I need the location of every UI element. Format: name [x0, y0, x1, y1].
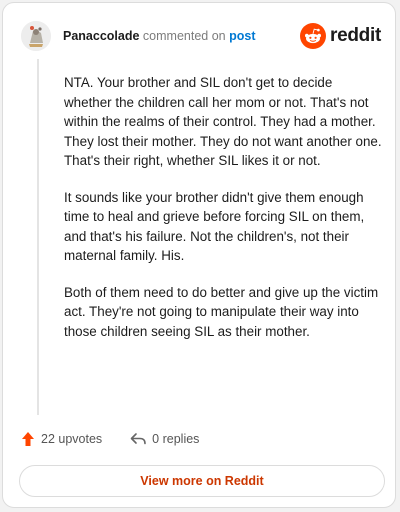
comment-header: Panaccolade commented on post reddit	[21, 19, 381, 53]
reddit-logo-icon	[300, 23, 327, 49]
upvote-arrow-icon	[22, 432, 34, 446]
view-more-label: View more on Reddit	[140, 474, 264, 488]
replies-button[interactable]: 0 replies	[130, 432, 199, 446]
upvote-button[interactable]: 22 upvotes	[21, 431, 102, 447]
comment-actions: 22 upvotes 0 replies	[21, 431, 199, 447]
reddit-logo[interactable]: reddit	[300, 23, 381, 49]
action-text: commented on	[142, 29, 226, 43]
reply-arrow-icon	[130, 433, 146, 445]
comment-byline: Panaccolade commented on post	[63, 29, 255, 43]
comment-card: Panaccolade commented on post reddit NTA…	[2, 2, 396, 508]
upvote-count: 22 upvotes	[41, 432, 103, 446]
reddit-wordmark: reddit	[330, 25, 381, 46]
comment-body: NTA. Your brother and SIL don't get to d…	[64, 73, 382, 358]
comment-paragraph: Both of them need to do better and give …	[64, 284, 379, 339]
post-link[interactable]: post	[229, 29, 255, 43]
replies-count: 0 replies	[152, 432, 200, 446]
view-more-button[interactable]: View more on Reddit	[19, 465, 385, 497]
comment-paragraph: It sounds like your brother didn't give …	[64, 189, 365, 264]
thread-line	[37, 59, 39, 415]
user-avatar[interactable]	[21, 21, 51, 51]
comment-paragraph: NTA. Your brother and SIL don't get to d…	[64, 75, 382, 168]
username-link[interactable]: Panaccolade	[63, 29, 139, 43]
